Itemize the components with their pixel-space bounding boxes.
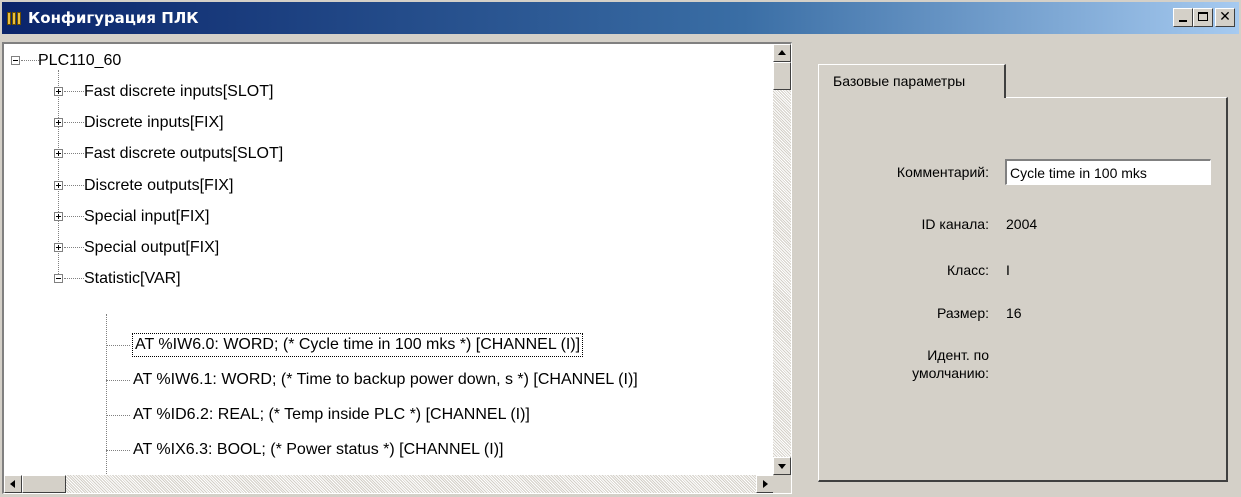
tree-group-node[interactable]: Special input[FIX]: [84, 206, 209, 228]
scroll-corner: [773, 475, 791, 493]
comment-label: Комментарий:: [896, 164, 989, 180]
channel-id-label: ID канала:: [921, 216, 989, 232]
tree-channel-node[interactable]: AT %IX6.3: BOOL; (* Power status *) [CHA…: [133, 439, 503, 461]
tree-group-node[interactable]: Discrete inputs[FIX]: [84, 112, 224, 134]
scroll-up-button[interactable]: [773, 44, 791, 62]
tree-channel-node[interactable]: AT %ID6.2: REAL; (* Temp inside PLC *) […: [133, 404, 530, 426]
scroll-right-button[interactable]: [756, 475, 774, 493]
arrow-up-icon: [778, 50, 786, 55]
title-bar[interactable]: Конфигурация ПЛК ✕: [2, 2, 1239, 34]
arrow-down-icon: [778, 464, 786, 469]
size-label: Размер:: [936, 305, 989, 321]
plc-config-window: Конфигурация ПЛК ✕ PLC110_60 Fast discre…: [0, 0, 1241, 497]
config-tree[interactable]: PLC110_60 Fast discrete inputs[SLOT] Disc…: [4, 44, 774, 475]
vertical-scroll-thumb[interactable]: [773, 62, 791, 90]
expand-toggle-icon[interactable]: [54, 243, 63, 252]
expand-toggle-icon[interactable]: [54, 211, 63, 221]
plc-config-icon: [7, 11, 23, 25]
tab-base-params[interactable]: Базовые параметры: [818, 64, 1006, 98]
tree-group-node[interactable]: Fast discrete inputs[SLOT]: [84, 81, 273, 103]
arrow-left-icon: [10, 480, 15, 488]
tree-root-node[interactable]: PLC110_60: [38, 50, 121, 72]
base-params-panel: [818, 97, 1228, 482]
expand-toggle-icon[interactable]: [54, 87, 63, 96]
maximize-icon: [1198, 12, 1208, 21]
collapse-toggle-icon[interactable]: [11, 56, 20, 65]
default-id-label-line2: умолчанию:: [912, 365, 989, 381]
default-id-label: Идент. по умолчанию:: [800, 346, 989, 382]
tree-group-node[interactable]: Statistic[VAR]: [84, 268, 181, 290]
size-value: 16: [1006, 305, 1022, 321]
tree-channel-node[interactable]: AT %IW6.1: WORD; (* Time to backup power…: [133, 369, 638, 391]
scroll-left-button[interactable]: [4, 475, 22, 493]
scroll-down-button[interactable]: [773, 457, 791, 475]
collapse-toggle-icon[interactable]: [54, 274, 63, 284]
pane-splitter[interactable]: [792, 42, 800, 494]
minimize-button[interactable]: [1173, 8, 1193, 27]
close-button[interactable]: ✕: [1215, 8, 1235, 27]
tree-channel-node[interactable]: AT %IW6.0: WORD; (* Cycle time in 100 mk…: [131, 333, 584, 357]
tree-group-node[interactable]: Discrete outputs[FIX]: [84, 175, 233, 197]
properties-pane: Базовые параметры Комментарий: ID канала…: [800, 42, 1239, 494]
close-icon: ✕: [1219, 9, 1231, 25]
window-controls: ✕: [1173, 8, 1235, 27]
tree-vertical-scrollbar[interactable]: [773, 44, 791, 475]
class-value: I: [1006, 262, 1010, 278]
channel-id-value: 2004: [1006, 216, 1038, 232]
tree-group-node[interactable]: Special output[FIX]: [84, 237, 219, 259]
window-title: Конфигурация ПЛК: [28, 9, 199, 27]
expand-toggle-icon[interactable]: [54, 180, 63, 190]
default-id-label-line1: Идент. по: [927, 347, 989, 363]
minimize-icon: [1179, 20, 1187, 22]
maximize-button[interactable]: [1193, 8, 1213, 27]
expand-toggle-icon[interactable]: [54, 149, 63, 159]
class-label: Класс:: [947, 262, 989, 278]
horizontal-scroll-thumb[interactable]: [22, 475, 66, 493]
expand-toggle-icon[interactable]: [54, 118, 63, 128]
config-tree-pane: PLC110_60 Fast discrete inputs[SLOT] Disc…: [2, 42, 792, 494]
tree-group-node[interactable]: Fast discrete outputs[SLOT]: [84, 143, 283, 165]
arrow-right-icon: [763, 480, 768, 488]
tree-horizontal-scrollbar[interactable]: [4, 475, 774, 493]
comment-field[interactable]: [1005, 159, 1211, 185]
